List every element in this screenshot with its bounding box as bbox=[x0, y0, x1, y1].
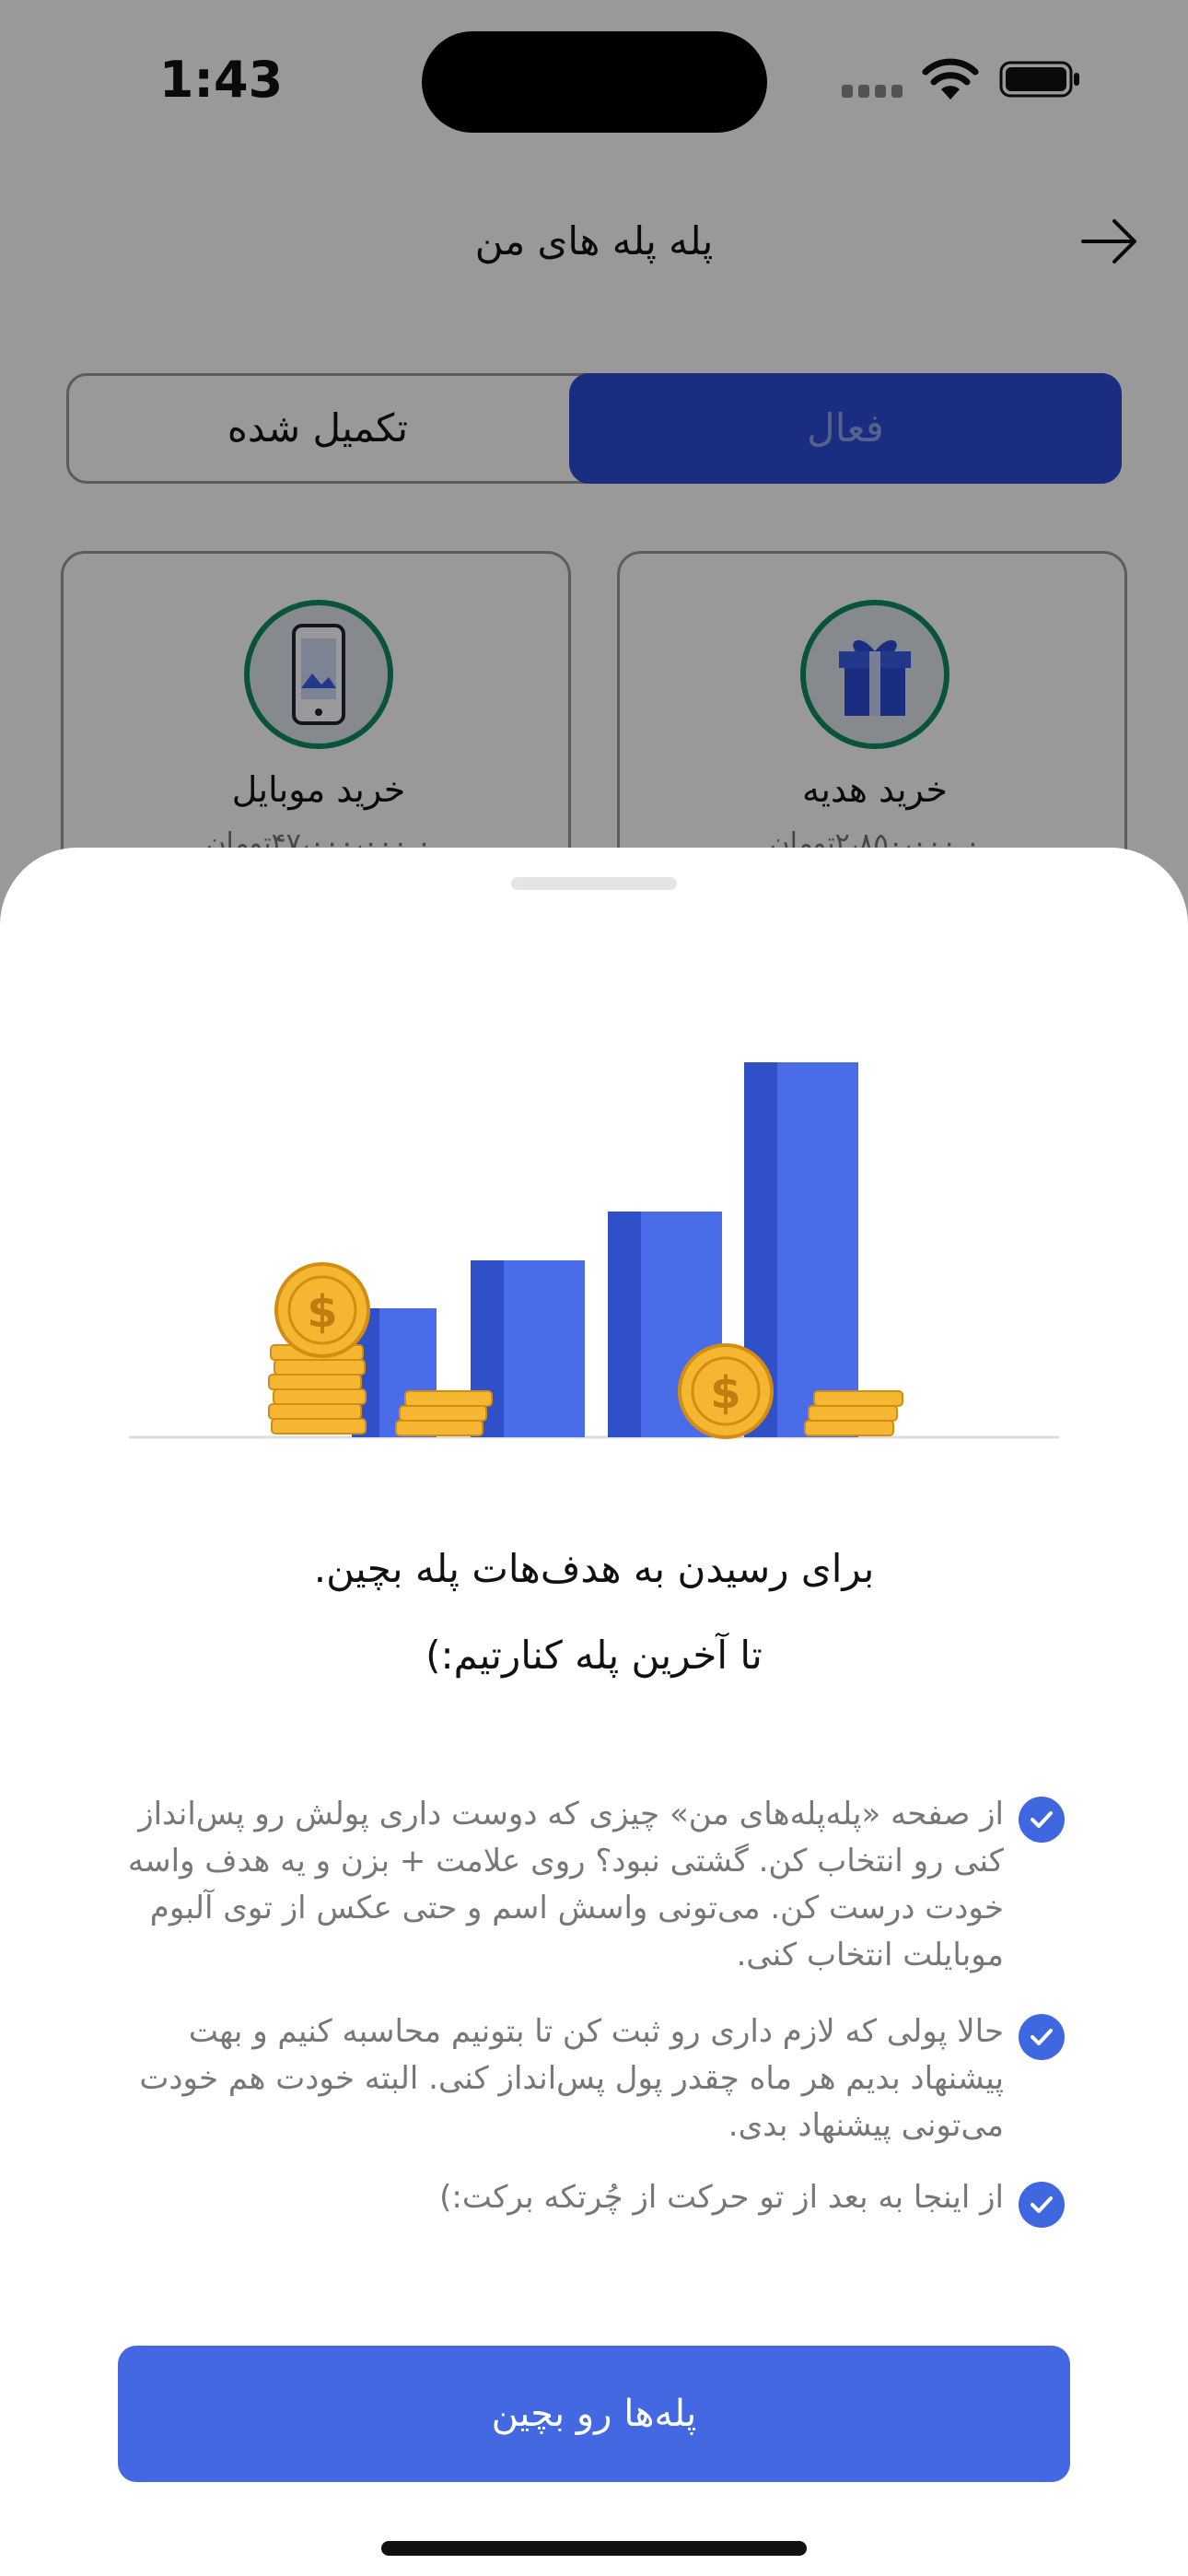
check-icon bbox=[1019, 1797, 1065, 1843]
home-indicator[interactable] bbox=[381, 2541, 807, 2556]
coin-stack-middle bbox=[395, 1390, 493, 1436]
coin-stack-right bbox=[804, 1390, 903, 1436]
sheet-drag-handle[interactable] bbox=[511, 877, 677, 890]
dollar-coin-icon: $ bbox=[678, 1343, 774, 1439]
sheet-headline: برای رسیدن به هدف‌هات پله بچین. bbox=[313, 1546, 875, 1591]
step-bar-2 bbox=[471, 1260, 585, 1437]
check-icon bbox=[1019, 2014, 1065, 2060]
check-icon bbox=[1019, 2182, 1065, 2228]
savings-steps-illustration: $ $ bbox=[129, 1062, 1059, 1439]
tip-item: از اینجا به بعد از تو حرکت از چُرتکه برک… bbox=[439, 2179, 1004, 2216]
tip-item: از صفحه «پله‌پله‌های من» چیزی که دوست دا… bbox=[127, 1796, 1004, 1973]
svg-text:$: $ bbox=[710, 1367, 740, 1419]
sheet-subheadline: تا آخرین پله کنارتیم:) bbox=[425, 1633, 763, 1678]
tip-item: حالا پولی که لازم داری رو ثبت کن تا بتون… bbox=[139, 2013, 1004, 2144]
dollar-coin-icon: $ bbox=[274, 1262, 370, 1358]
coin-stack-left bbox=[268, 1344, 367, 1434]
svg-text:$: $ bbox=[307, 1286, 337, 1338]
build-steps-button[interactable]: پله‌ها رو بچین bbox=[118, 2346, 1070, 2482]
